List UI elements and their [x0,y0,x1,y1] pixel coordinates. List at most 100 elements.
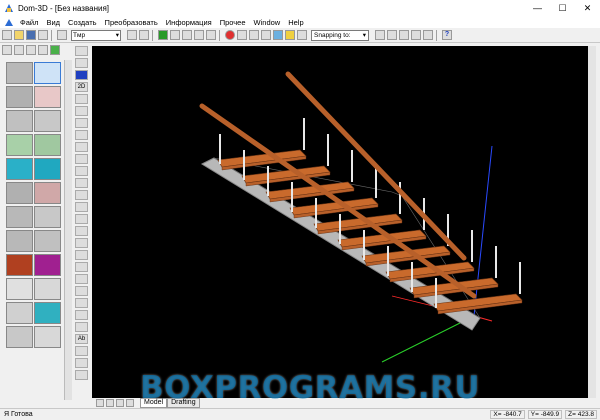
layers-icon[interactable] [57,30,67,40]
camera-icon[interactable] [75,274,88,284]
snap-center-icon[interactable] [423,30,433,40]
3d-viewport[interactable] [92,46,596,398]
pencil-icon[interactable] [285,30,295,40]
close-button[interactable]: ✕ [575,0,600,16]
mirror-icon[interactable] [75,130,88,140]
wardrobe-icon[interactable] [34,302,61,324]
help-tool-icon[interactable] [75,70,88,80]
circle-icon[interactable] [75,322,88,332]
copy-properties-icon[interactable] [139,30,149,40]
first-page-icon[interactable] [96,399,104,407]
polyline-icon[interactable] [237,30,247,40]
shelf-icon[interactable] [34,326,61,348]
move-icon[interactable] [75,58,88,68]
image-icon[interactable] [273,30,283,40]
column-icon[interactable] [6,230,33,252]
room-icon[interactable] [34,86,61,108]
menu-other[interactable]: Прочее [216,18,250,27]
prev-page-icon[interactable] [106,399,114,407]
lathe-icon[interactable] [75,250,88,260]
select-arrow-icon[interactable] [75,46,88,56]
menu-create[interactable]: Создать [64,18,101,27]
fill-icon[interactable] [75,358,88,368]
eraser-icon[interactable] [75,370,88,380]
house-icon[interactable] [34,182,61,204]
window-icon[interactable] [6,158,33,180]
dimension-icon[interactable] [75,346,88,356]
zoom-in-icon[interactable] [194,30,204,40]
tab-stairs-icon[interactable] [26,45,36,55]
cabinet-icon[interactable] [6,302,33,324]
menu-info[interactable]: Информация [162,18,216,27]
menu-help[interactable]: Help [284,18,307,27]
fence-icon[interactable] [34,278,61,300]
stairs-spiral-icon[interactable] [6,134,33,156]
stairs-straight-icon[interactable] [6,110,33,132]
zoom-all-icon[interactable] [182,30,192,40]
group-icon[interactable] [75,310,88,320]
scale-icon[interactable] [75,106,88,116]
slab-icon[interactable] [34,230,61,252]
palette-scrollbar[interactable] [64,60,72,400]
properties-icon[interactable] [127,30,137,40]
snap-mid-icon[interactable] [411,30,421,40]
text-tool-icon[interactable] [297,30,307,40]
zoom-out-icon[interactable] [206,30,216,40]
sphere-icon[interactable] [75,202,88,212]
last-page-icon[interactable] [126,399,134,407]
tab-house-icon[interactable] [2,45,12,55]
menu-transform[interactable]: Преобразовать [101,18,162,27]
snap-end-icon[interactable] [399,30,409,40]
viewport-scrollbar[interactable] [588,46,596,398]
shape-icon[interactable] [75,166,88,176]
wedge-icon[interactable] [75,226,88,236]
stairs-turn-icon[interactable] [34,110,61,132]
floor-texture-icon[interactable] [34,254,61,276]
brick-texture-icon[interactable] [6,254,33,276]
measure-icon[interactable] [249,30,259,40]
render-icon[interactable] [158,30,168,40]
rotate-icon[interactable] [75,94,88,104]
tab-plants-icon[interactable] [50,45,60,55]
zoom-window-icon[interactable] [170,30,180,40]
snap-grid-icon[interactable] [375,30,385,40]
axis-icon[interactable] [75,118,88,128]
staircase-model[interactable] [92,46,596,398]
triangle-icon[interactable] [75,178,88,188]
minimize-button[interactable]: — [525,0,550,16]
document-icon[interactable] [4,17,14,27]
beam-icon[interactable] [6,206,33,228]
cut-icon[interactable] [75,154,88,164]
kitchen-icon[interactable] [6,326,33,348]
grid-icon[interactable] [261,30,271,40]
pyramid-icon[interactable] [34,206,61,228]
tab-furniture-icon[interactable] [38,45,48,55]
wall-selected-icon[interactable] [34,62,61,84]
texture-icon[interactable] [75,298,88,308]
pentagon-icon[interactable] [75,190,88,200]
record-icon[interactable] [225,30,235,40]
menu-view[interactable]: Вид [42,18,64,27]
corner-wall-icon[interactable] [6,86,33,108]
stairs-wood-icon[interactable] [34,134,61,156]
help-button[interactable]: ? [442,30,452,40]
open-file-icon[interactable] [14,30,24,40]
layer-select[interactable]: Tмр ▾ [71,29,121,41]
snap-point-icon[interactable] [387,30,397,40]
snap-select[interactable]: Snapping to: ▾ [311,29,369,41]
save-icon[interactable] [26,30,36,40]
maximize-button[interactable]: ☐ [550,0,575,16]
wall-object-icon[interactable] [6,62,33,84]
extrude-icon[interactable] [75,142,88,152]
window-double-icon[interactable] [34,158,61,180]
roof-icon[interactable] [6,182,33,204]
print-icon[interactable] [38,30,48,40]
light-icon[interactable] [75,262,88,272]
menu-window[interactable]: Window [250,18,285,27]
tab-walls-icon[interactable] [14,45,24,55]
railing-icon[interactable] [6,278,33,300]
step-icon[interactable] [75,238,88,248]
text-label-button[interactable]: Ab [75,334,88,344]
paint-icon[interactable] [75,286,88,296]
new-file-icon[interactable] [2,30,12,40]
